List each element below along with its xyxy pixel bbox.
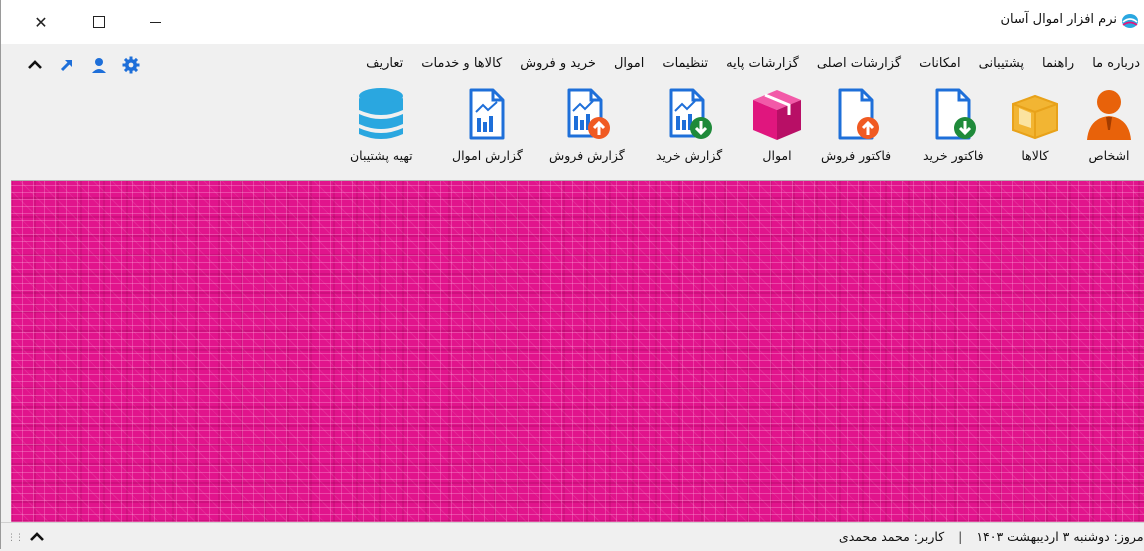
collapse-up-icon[interactable] bbox=[25, 55, 45, 75]
toolbar-purchase-invoice-label: فاکتور خرید bbox=[923, 148, 984, 163]
main-menu: تعاریف کالاها و خدمات خرید و فروش اموال … bbox=[357, 56, 1144, 71]
app-logo-icon bbox=[1122, 14, 1138, 28]
app-window: ✕ نرم افزار اموال آسان تعاریف کالاها و خ… bbox=[0, 0, 1144, 550]
status-info: امروز: دوشنبه ۳ اردیبهشت ۱۴۰۳ | کاربر: م… bbox=[839, 529, 1144, 544]
toolbar-assets-report-button[interactable]: گزارش اموال bbox=[452, 84, 523, 163]
person-icon bbox=[1087, 90, 1131, 140]
menu-bar: تعاریف کالاها و خدمات خرید و فروش اموال … bbox=[1, 50, 1144, 80]
box-icon bbox=[1012, 94, 1058, 140]
chevron-up-icon bbox=[30, 532, 44, 541]
toolbar-assets-label: اموال bbox=[762, 148, 792, 163]
maximize-icon bbox=[93, 16, 105, 28]
toolbar-goods-label: کالاها bbox=[1021, 148, 1049, 163]
shortcut-arrow-icon[interactable] bbox=[57, 55, 77, 75]
user-icon[interactable] bbox=[89, 55, 109, 75]
report-download-icon bbox=[669, 88, 713, 139]
toolbar-assets-report-label: گزارش اموال bbox=[452, 148, 523, 163]
invoice-download-icon bbox=[935, 88, 977, 140]
close-button[interactable]: ✕ bbox=[17, 0, 65, 44]
toolbar-persons-button[interactable]: اشخاص bbox=[1079, 84, 1139, 163]
database-icon bbox=[359, 88, 404, 139]
status-separator: | bbox=[958, 529, 963, 544]
quick-access-bar bbox=[25, 55, 141, 75]
menu-basic-reports[interactable]: گزارشات پایه bbox=[717, 56, 808, 71]
menu-help[interactable]: راهنما bbox=[1033, 56, 1083, 71]
toolbar-purchase-report-button[interactable]: گزارش خرید bbox=[656, 84, 722, 163]
resize-grip[interactable]: ⋮⋮ bbox=[7, 533, 24, 543]
expand-up-button[interactable] bbox=[27, 527, 47, 547]
toolbar-sales-report-label: گزارش فروش bbox=[549, 148, 625, 163]
maximize-button[interactable] bbox=[75, 0, 123, 44]
minimize-button[interactable] bbox=[131, 0, 179, 44]
close-icon: ✕ bbox=[34, 12, 48, 32]
invoice-upload-icon bbox=[838, 88, 880, 140]
toolbar-sales-report-button[interactable]: گزارش فروش bbox=[549, 84, 625, 163]
window-title: نرم افزار اموال آسان bbox=[1000, 12, 1118, 27]
toolbar-persons-label: اشخاص bbox=[1088, 148, 1130, 163]
toolbar-assets-button[interactable]: اموال bbox=[747, 84, 807, 163]
status-user: کاربر: محمد محمدی bbox=[838, 529, 945, 544]
toolbar-backup-label: تهیه پشتیبان bbox=[350, 148, 413, 163]
title-bar: ✕ نرم افزار اموال آسان bbox=[1, 0, 1144, 44]
toolbar-purchase-report-label: گزارش خرید bbox=[656, 148, 723, 163]
menu-about[interactable]: درباره ما bbox=[1083, 56, 1144, 71]
menu-definitions[interactable]: تعاریف bbox=[357, 56, 412, 71]
menu-assets[interactable]: اموال bbox=[605, 56, 653, 71]
toolbar-sales-invoice-button[interactable]: فاکتور فروش bbox=[821, 84, 891, 163]
toolbar-sales-invoice-label: فاکتور فروش bbox=[821, 148, 892, 163]
toolbar-purchase-invoice-button[interactable]: فاکتور خرید bbox=[923, 84, 984, 163]
menu-features[interactable]: امکانات bbox=[910, 56, 970, 71]
ribbon-toolbar: اشخاص کالاها فاکتور خرید فاکتور فروش امو… bbox=[1, 84, 1144, 178]
menu-buy-sell[interactable]: خرید و فروش bbox=[511, 56, 605, 71]
toolbar-backup-button[interactable]: تهیه پشتیبان bbox=[350, 84, 413, 163]
toolbar-goods-button[interactable]: کالاها bbox=[1005, 84, 1065, 163]
menu-support[interactable]: پشتیبانی bbox=[970, 56, 1033, 71]
menu-goods-services[interactable]: کالاها و خدمات bbox=[412, 56, 511, 71]
menu-main-reports[interactable]: گزارشات اصلی bbox=[808, 56, 910, 71]
main-workspace-area bbox=[11, 180, 1144, 522]
package-icon bbox=[753, 90, 801, 140]
status-bar: ⋮⋮ امروز: دوشنبه ۳ اردیبهشت ۱۴۰۳ | کاربر… bbox=[1, 522, 1144, 550]
menu-settings[interactable]: تنظیمات bbox=[653, 56, 717, 71]
minimize-icon bbox=[149, 21, 161, 23]
report-icon bbox=[469, 88, 505, 140]
status-date: امروز: دوشنبه ۳ اردیبهشت ۱۴۰۳ bbox=[976, 529, 1144, 544]
settings-gear-icon[interactable] bbox=[121, 55, 141, 75]
report-upload-icon bbox=[567, 88, 610, 139]
